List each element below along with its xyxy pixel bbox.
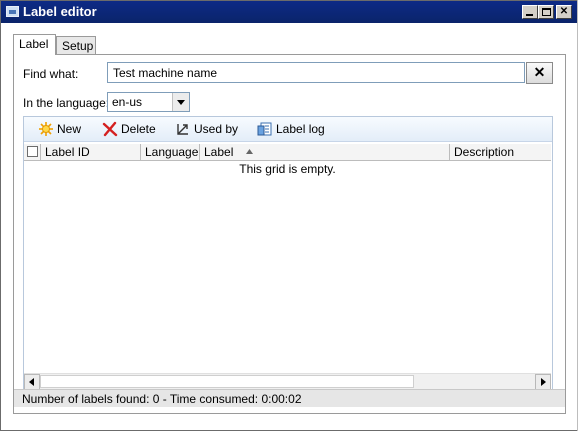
used-by-icon [177, 124, 188, 135]
horizontal-scrollbar[interactable] [24, 373, 551, 390]
minimize-button[interactable] [522, 5, 538, 19]
maximize-icon [542, 8, 551, 16]
title-bar[interactable]: Label editor ✕ [1, 1, 577, 23]
find-what-input[interactable] [107, 62, 525, 83]
grid-header: Label ID Language Label Description [24, 144, 551, 161]
label-log-label: Label log [276, 122, 325, 136]
chevron-down-icon[interactable] [172, 93, 189, 111]
language-select[interactable]: en-us [107, 92, 190, 112]
grid-toolbar: New Delete Used by Label log [24, 117, 552, 142]
grid-empty-message: This grid is empty. [239, 162, 336, 176]
language-selected-value: en-us [112, 95, 143, 109]
delete-label: Delete [121, 122, 156, 136]
column-header-label-text: Label [204, 145, 234, 159]
window-title: Label editor [23, 4, 97, 19]
tab-label[interactable]: Label [13, 34, 56, 55]
close-icon: ✕ [533, 64, 546, 80]
label-log-icon [257, 122, 272, 136]
minimize-icon [526, 14, 533, 16]
column-header-language[interactable]: Language [141, 144, 200, 160]
sort-ascending-icon [246, 149, 253, 154]
maximize-button[interactable] [538, 5, 554, 19]
delete-x-icon [102, 121, 118, 137]
column-header-label[interactable]: Label [200, 144, 450, 160]
new-label: New [57, 122, 82, 136]
scroll-right-button[interactable] [535, 374, 551, 390]
select-all-checkbox[interactable] [27, 146, 38, 157]
window-app-icon [6, 6, 19, 17]
column-header-description[interactable]: Description [450, 144, 551, 160]
find-what-label: Find what: [23, 67, 79, 81]
scroll-thumb[interactable] [40, 375, 414, 388]
select-all-cell[interactable] [24, 144, 41, 160]
scroll-left-button[interactable] [24, 374, 40, 390]
close-button[interactable]: ✕ [556, 5, 572, 19]
clear-search-button[interactable]: ✕ [526, 62, 553, 84]
status-bar: Number of labels found: 0 - Time consume… [14, 389, 565, 407]
language-label: In the language: [23, 96, 110, 110]
new-star-icon [39, 122, 53, 136]
tab-setup[interactable]: Setup [56, 36, 96, 56]
column-header-label-id[interactable]: Label ID [41, 144, 141, 160]
used-by-label: Used by [194, 122, 239, 136]
